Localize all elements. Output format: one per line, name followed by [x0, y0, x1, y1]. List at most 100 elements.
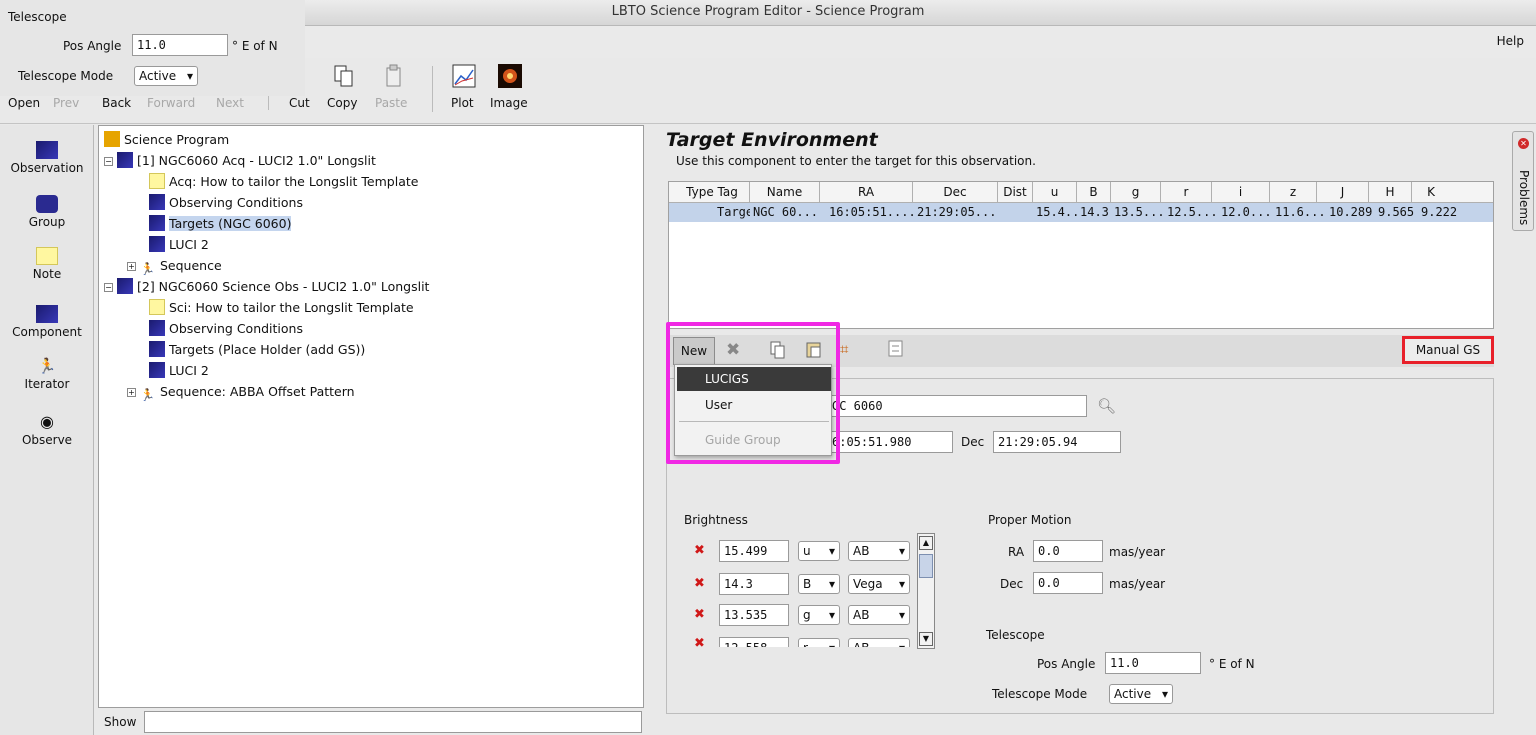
telescope-mode-select[interactable]: Active	[1109, 684, 1173, 704]
scroll-down-icon[interactable]: ▼	[919, 632, 933, 646]
brightness-system-select[interactable]: AB	[848, 605, 910, 625]
brightness-system-select[interactable]: Vega	[848, 574, 910, 594]
col-g[interactable]: g	[1111, 182, 1161, 203]
dec-input[interactable]: 21:29:05.94	[993, 431, 1121, 453]
brightness-band-select[interactable]: B	[798, 574, 840, 594]
expand-icon[interactable]: +	[127, 262, 136, 271]
brightness-system-select[interactable]: AB	[848, 638, 910, 647]
tree-node-label: Sci: How to tailor the Longslit Template	[169, 300, 414, 315]
pm-dec-input[interactable]: 0.0	[1033, 572, 1103, 594]
tree-node-conditions1[interactable]: Observing Conditions	[149, 192, 303, 213]
tree-node-sequence2[interactable]: + 🏃 Sequence: ABBA Offset Pattern	[127, 381, 355, 402]
list-icon[interactable]	[888, 340, 904, 358]
open-button[interactable]: Open	[8, 96, 40, 110]
cell-j: 10.289	[1329, 205, 1373, 219]
tree-node-label: Acq: How to tailor the Longslit Template	[169, 174, 419, 189]
eye-icon: ◉	[40, 412, 54, 431]
page-description: Use this component to enter the target f…	[676, 154, 1036, 168]
tree-node-note2[interactable]: Sci: How to tailor the Longslit Template	[149, 297, 414, 318]
collapse-icon[interactable]: −	[104, 283, 113, 292]
pos-angle-input[interactable]: 11.0	[1105, 652, 1201, 674]
col-k[interactable]: K	[1412, 182, 1450, 203]
col-dec[interactable]: Dec	[913, 182, 998, 203]
tree-node-obs1[interactable]: − [1] NGC6060 Acq - LUCI2 1.0" Longslit	[104, 150, 376, 171]
cell-h: 9.565	[1378, 205, 1415, 219]
brightness-value-input[interactable]: 13.535	[719, 604, 789, 626]
brightness-scrollbar[interactable]: ▲ ▼	[917, 533, 935, 649]
instrument-icon	[149, 362, 165, 378]
col-i[interactable]: i	[1212, 182, 1270, 203]
scroll-thumb[interactable]	[919, 554, 933, 578]
tree-node-obs2[interactable]: − [2] NGC6060 Science Obs - LUCI2 1.0" Lo…	[104, 276, 429, 297]
brightness-band-select[interactable]: r	[798, 638, 840, 647]
next-button[interactable]: Next	[216, 96, 244, 110]
tree-node-luci2[interactable]: LUCI 2	[149, 360, 209, 381]
instrument-icon	[149, 236, 165, 252]
tree-node-label: LUCI 2	[169, 237, 209, 252]
prev-button[interactable]: Prev	[53, 96, 79, 110]
brightness-value-input[interactable]: 15.499	[719, 540, 789, 562]
col-u[interactable]: u	[1033, 182, 1077, 203]
table-row[interactable]: Targe NGC 60... 16:05:51.... 21:29:05...…	[669, 203, 1493, 222]
targets-icon	[149, 215, 165, 231]
observation-icon	[36, 141, 58, 159]
tree-node-targets1[interactable]: Targets (NGC 6060)	[149, 213, 292, 234]
telescope-mode-select[interactable]: Active	[134, 66, 198, 86]
brightness-value-input[interactable]: 12.558	[719, 637, 789, 647]
palette-component[interactable]: Component	[0, 305, 94, 339]
help-menu[interactable]: Help	[1497, 34, 1524, 48]
sequence-icon: 🏃	[140, 262, 155, 276]
plot-button[interactable]: Plot	[451, 96, 474, 110]
col-b[interactable]: B	[1077, 182, 1111, 203]
remove-brightness-icon[interactable]: ✖	[694, 607, 705, 622]
col-r[interactable]: r	[1161, 182, 1212, 203]
image-button[interactable]: Image	[490, 96, 528, 110]
cut-button[interactable]: Cut	[289, 96, 310, 110]
show-filter-input[interactable]	[144, 711, 642, 733]
copy-button[interactable]: Copy	[327, 96, 357, 110]
manual-gs-button[interactable]: Manual GS	[1402, 336, 1494, 364]
tree-node-note1[interactable]: Acq: How to tailor the Longslit Template	[149, 171, 418, 192]
pm-dec-unit: mas/year	[1109, 577, 1166, 591]
remove-brightness-icon[interactable]: ✖	[694, 576, 705, 591]
col-name[interactable]: Name	[750, 182, 820, 203]
brightness-band-select[interactable]: g	[798, 605, 840, 625]
palette-group[interactable]: Group	[0, 195, 94, 229]
tree-node-sequence1[interactable]: + 🏃 Sequence	[127, 255, 222, 276]
tree-node-conditions2[interactable]: Observing Conditions	[149, 318, 303, 339]
target-grid-icon[interactable]: ⌗	[840, 340, 848, 358]
palette-observe[interactable]: ◉ Observe	[0, 412, 94, 448]
back-button[interactable]: Back	[102, 96, 131, 110]
brightness-system-select[interactable]: AB	[848, 541, 910, 561]
col-j[interactable]: J	[1317, 182, 1369, 203]
scroll-up-icon[interactable]: ▲	[919, 536, 933, 550]
pos-angle-input[interactable]: 11.0	[132, 34, 228, 56]
tree-node-label: Observing Conditions	[169, 195, 303, 210]
toolbar-separator	[268, 96, 269, 110]
forward-button[interactable]: Forward	[147, 96, 195, 110]
palette-observation[interactable]: Observation	[0, 141, 94, 175]
tree-node-targets2[interactable]: Targets (Place Holder (add GS))	[149, 339, 365, 360]
component-palette: Observation Group Note Component 🏃 Itera…	[0, 125, 94, 735]
tree-node-luci1[interactable]: LUCI 2	[149, 234, 209, 255]
col-ra[interactable]: RA	[820, 182, 913, 203]
tree-node-science-program[interactable]: Science Program	[104, 129, 229, 150]
target-name-input[interactable]: GC 6060	[827, 395, 1087, 417]
expand-icon[interactable]: +	[127, 388, 136, 397]
palette-note[interactable]: Note	[0, 247, 94, 281]
brightness-value-input[interactable]: 14.3	[719, 573, 789, 595]
collapse-icon[interactable]: −	[104, 157, 113, 166]
col-type-tag[interactable]: Type Tag	[675, 182, 750, 203]
pm-ra-input[interactable]: 0.0	[1033, 540, 1103, 562]
search-icon[interactable]: 🔍︎	[1097, 397, 1116, 415]
paste-button[interactable]: Paste	[375, 96, 407, 110]
remove-brightness-icon[interactable]: ✖	[694, 636, 705, 647]
col-z[interactable]: z	[1270, 182, 1317, 203]
target-table[interactable]: Type Tag Name RA Dec Dist u B g r i z J …	[668, 181, 1494, 329]
col-h[interactable]: H	[1369, 182, 1412, 203]
remove-brightness-icon[interactable]: ✖	[694, 543, 705, 558]
palette-iterator[interactable]: 🏃 Iterator	[0, 357, 94, 391]
ra-input[interactable]: 6:05:51.980	[827, 431, 953, 453]
brightness-band-select[interactable]: u	[798, 541, 840, 561]
col-dist[interactable]: Dist	[998, 182, 1033, 203]
